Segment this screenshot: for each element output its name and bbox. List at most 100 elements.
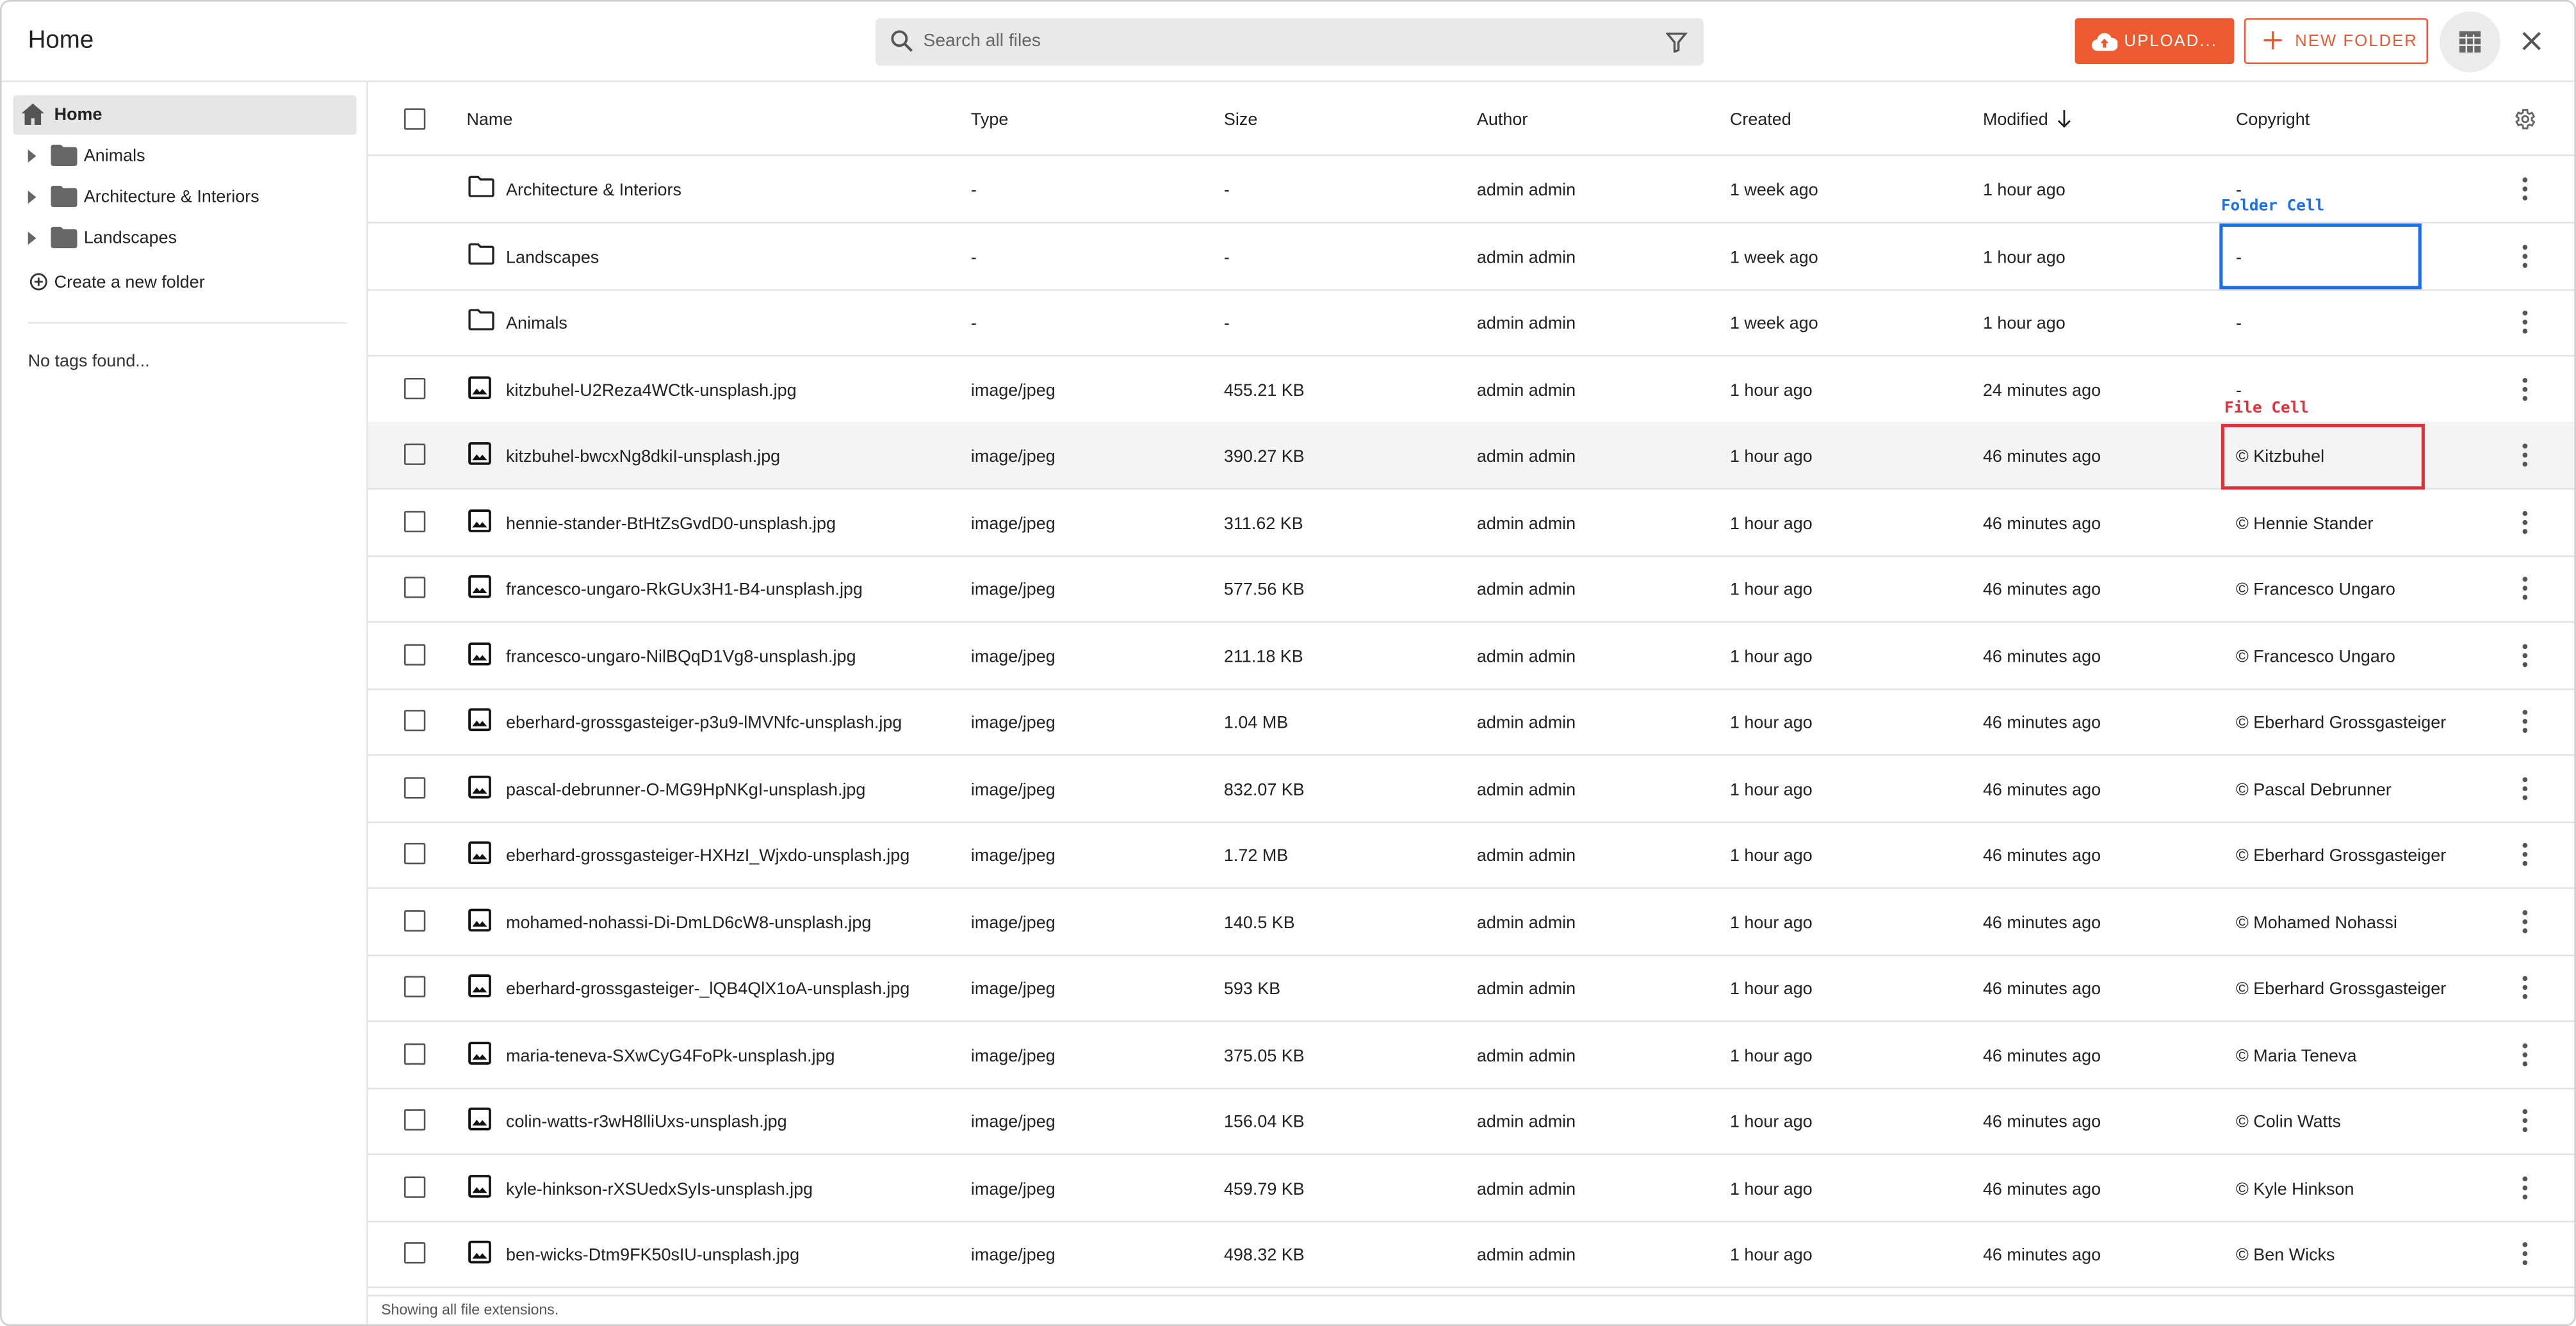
more-vert-icon[interactable] [2517, 509, 2534, 535]
folder-row[interactable]: Animals - - admin admin 1 week ago 1 hour ago… [368, 289, 2575, 357]
cell-size: - [1223, 313, 1230, 334]
more-vert-icon[interactable] [2517, 309, 2534, 335]
file-name[interactable]: Animals [506, 314, 567, 334]
new-folder-button[interactable]: NEW FOLDER [2244, 18, 2429, 65]
sidebar: Home Animals Architecture & Interiors Land… [2, 82, 368, 1325]
more-vert-icon[interactable] [2517, 841, 2534, 867]
file-row[interactable]: francesco-ungaro-NilBQqD1Vg8-unsplash.jp… [368, 622, 2575, 690]
more-vert-icon[interactable] [2517, 642, 2534, 668]
upload-button[interactable]: UPLOAD... [2075, 18, 2235, 65]
row-checkbox[interactable] [404, 1175, 426, 1197]
row-checkbox[interactable] [404, 377, 426, 399]
annotation-label-file-cell: File Cell [2224, 399, 2310, 418]
row-checkbox[interactable] [404, 776, 426, 798]
more-vert-icon[interactable] [2517, 575, 2534, 602]
sidebar-item-folder[interactable]: Animals [13, 136, 357, 176]
image-icon [468, 908, 491, 931]
more-vert-icon[interactable] [2517, 176, 2534, 202]
file-name[interactable]: pascal-debrunner-O-MG9HpNKgI-unsplash.jp… [506, 780, 865, 799]
row-checkbox[interactable] [404, 1109, 426, 1131]
sidebar-item-label: Animals [83, 146, 145, 167]
row-checkbox[interactable] [404, 1042, 426, 1064]
file-name[interactable]: ben-wicks-Dtm9FK50sIU-unsplash.jpg [506, 1245, 799, 1265]
col-created[interactable]: Created [1730, 110, 1791, 130]
plus-icon [2263, 31, 2282, 49]
more-vert-icon[interactable] [2517, 908, 2534, 934]
row-checkbox[interactable] [404, 710, 426, 732]
more-vert-icon[interactable] [2517, 1041, 2534, 1067]
more-vert-icon[interactable] [2517, 375, 2534, 402]
cell-created: 1 hour ago [1729, 846, 1813, 866]
more-vert-icon[interactable] [2517, 1108, 2534, 1134]
sidebar-item-folder[interactable]: Architecture & Interiors [13, 177, 357, 217]
cell-author: admin admin [1476, 181, 1576, 201]
row-checkbox[interactable] [404, 443, 426, 465]
row-checkbox[interactable] [404, 577, 426, 598]
caret-right-icon[interactable] [28, 231, 37, 245]
select-all-checkbox[interactable] [404, 108, 426, 130]
more-vert-icon[interactable] [2517, 708, 2534, 735]
image-icon [468, 575, 491, 598]
row-checkbox[interactable] [404, 842, 426, 865]
row-checkbox[interactable] [404, 1242, 426, 1264]
search-input[interactable]: Search all files [876, 18, 1704, 66]
file-name[interactable]: colin-watts-r3wH8lliUxs-unsplash.jpg [506, 1113, 787, 1133]
file-row[interactable]: pascal-debrunner-O-MG9HpNKgI-unsplash.jp… [368, 755, 2575, 823]
caret-right-icon[interactable] [28, 149, 37, 163]
cell-modified: 1 hour ago [1982, 181, 2066, 201]
more-vert-icon[interactable] [2517, 242, 2534, 268]
file-name[interactable]: francesco-ungaro-NilBQqD1Vg8-unsplash.jp… [506, 646, 856, 666]
file-name[interactable]: eberhard-grossgasteiger-_lQB4QlX1oA-unsp… [506, 979, 909, 999]
file-name[interactable]: francesco-ungaro-RkGUx3H1-B4-unsplash.jp… [506, 580, 863, 600]
more-vert-icon[interactable] [2517, 774, 2534, 801]
create-folder-link[interactable]: Create a new folder [13, 263, 357, 302]
grid-view-button[interactable] [2440, 11, 2500, 72]
cell-type: image/jpeg [970, 1179, 1056, 1199]
file-row[interactable]: hennie-stander-BtHtZsGvdD0-unsplash.jpg i… [368, 489, 2575, 557]
file-row[interactable]: colin-watts-r3wH8lliUxs-unsplash.jpg imag… [368, 1088, 2575, 1156]
gear-icon[interactable] [2512, 107, 2536, 131]
file-name[interactable]: eberhard-grossgasteiger-HXHzI_Wjxdo-unsp… [506, 846, 909, 866]
file-name[interactable]: Landscapes [506, 247, 599, 267]
sidebar-item-home[interactable]: Home [13, 95, 357, 135]
file-row[interactable]: kyle-hinkson-rXSUedxSyIs-unsplash.jpg ima… [368, 1154, 2575, 1222]
col-type[interactable]: Type [971, 110, 1008, 130]
file-name[interactable]: hennie-stander-BtHtZsGvdD0-unsplash.jpg [506, 514, 836, 534]
row-checkbox[interactable] [404, 643, 426, 665]
col-copyright[interactable]: Copyright [2236, 110, 2310, 130]
row-checkbox[interactable] [404, 909, 426, 931]
file-row[interactable]: maria-teneva-SXwCyG4FoPk-unsplash.jpg ima… [368, 1021, 2575, 1089]
filter-icon[interactable] [1665, 31, 1688, 53]
file-name[interactable]: eberhard-grossgasteiger-p3u9-lMVNfc-unsp… [506, 713, 902, 733]
cell-modified: 46 minutes ago [1982, 979, 2101, 999]
col-size[interactable]: Size [1224, 110, 1257, 130]
file-row[interactable]: mohamed-nohassi-Di-DmLD6cW8-unsplash.jpg… [368, 888, 2575, 956]
file-row[interactable]: francesco-ungaro-RkGUx3H1-B4-unsplash.jp… [368, 555, 2575, 623]
file-row[interactable]: eberhard-grossgasteiger-_lQB4QlX1oA-unsp… [368, 954, 2575, 1022]
close-icon[interactable] [2515, 24, 2548, 57]
file-name[interactable]: maria-teneva-SXwCyG4FoPk-unsplash.jpg [506, 1046, 835, 1066]
more-vert-icon[interactable] [2517, 442, 2534, 468]
row-checkbox[interactable] [404, 510, 426, 532]
file-name[interactable]: kyle-hinkson-rXSUedxSyIs-unsplash.jpg [506, 1179, 813, 1199]
col-name[interactable]: Name [466, 110, 512, 130]
cell-copyright: © Kyle Hinkson [2235, 1179, 2354, 1199]
file-name[interactable]: Architecture & Interiors [506, 181, 681, 201]
cell-modified: 46 minutes ago [1982, 912, 2101, 933]
file-row[interactable]: eberhard-grossgasteiger-p3u9-lMVNfc-unsp… [368, 689, 2575, 756]
file-name[interactable]: kitzbuhel-U2Reza4WCtk-unsplash.jpg [506, 381, 797, 400]
cell-type: image/jpeg [970, 380, 1056, 400]
more-vert-icon[interactable] [2517, 1174, 2534, 1200]
caret-right-icon[interactable] [28, 190, 37, 204]
cell-copyright: © Colin Watts [2235, 1112, 2342, 1133]
col-author[interactable]: Author [1477, 110, 1528, 130]
more-vert-icon[interactable] [2517, 1241, 2534, 1267]
file-row[interactable]: ben-wicks-Dtm9FK50sIU-unsplash.jpg image/… [368, 1221, 2575, 1288]
file-row[interactable]: eberhard-grossgasteiger-HXHzI_Wjxdo-unsp… [368, 822, 2575, 889]
col-modified[interactable]: Modified [1983, 110, 2048, 130]
row-checkbox[interactable] [404, 976, 426, 997]
file-name[interactable]: kitzbuhel-bwcxNg8dkiI-unsplash.jpg [506, 447, 780, 467]
more-vert-icon[interactable] [2517, 974, 2534, 1001]
sidebar-item-folder[interactable]: Landscapes [13, 218, 357, 258]
file-name[interactable]: mohamed-nohassi-Di-DmLD6cW8-unsplash.jpg [506, 913, 871, 933]
